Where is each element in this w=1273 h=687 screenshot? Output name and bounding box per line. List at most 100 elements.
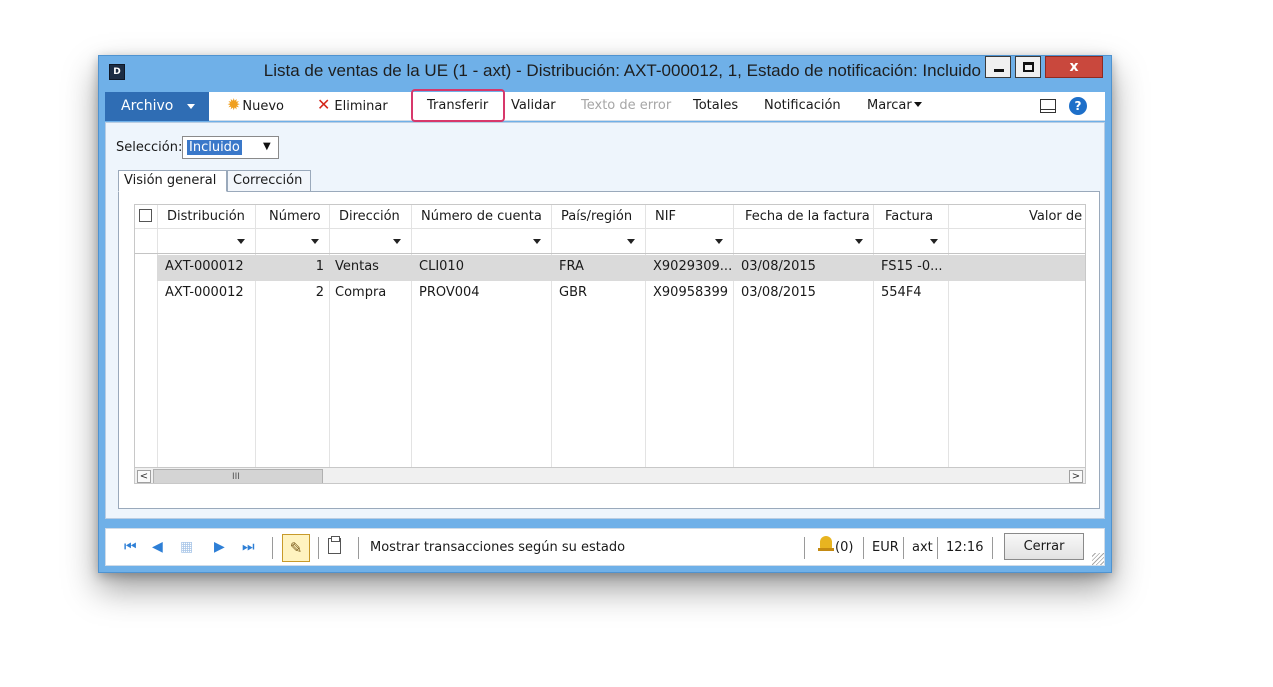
new-icon: ✹	[227, 95, 241, 114]
filter-dropdown-icon[interactable]	[393, 239, 401, 244]
texto-error-button[interactable]: Texto de error	[581, 98, 671, 113]
filter-dropdown-icon[interactable]	[533, 239, 541, 244]
record-list-icon[interactable]: ▦	[180, 540, 193, 554]
separator	[804, 537, 805, 559]
totales-button[interactable]: Totales	[693, 98, 738, 113]
minimize-button[interactable]	[985, 56, 1011, 78]
bell-icon[interactable]	[818, 535, 834, 553]
filter-dropdown-icon[interactable]	[311, 239, 319, 244]
selection-dropdown[interactable]: Incluido ▼	[182, 136, 279, 159]
archivo-menu-button[interactable]: Archivo	[105, 92, 209, 121]
cell-pais: GBR	[559, 285, 588, 300]
cell-distribucion: AXT-000012	[165, 259, 244, 274]
horizontal-scrollbar[interactable]: < III >	[135, 467, 1085, 483]
tab-vision-general[interactable]: Visión general	[118, 170, 227, 192]
scroll-left-button[interactable]: <	[137, 470, 151, 483]
first-record-icon[interactable]: ⏮	[124, 540, 137, 554]
cell-nif: X90958399	[653, 285, 729, 300]
column-header-valor[interactable]: Valor de	[1029, 205, 1082, 228]
column-header-pais-region[interactable]: País/región	[561, 205, 632, 228]
cell-direccion: Compra	[335, 285, 387, 300]
resize-grip-icon[interactable]	[1092, 553, 1104, 565]
column-header-numero[interactable]: Número	[269, 205, 321, 228]
separator	[992, 537, 993, 559]
status-message: Mostrar transacciones según su estado	[370, 540, 626, 555]
cell-distribucion: AXT-000012	[165, 285, 244, 300]
marcar-label: Marcar	[867, 98, 912, 113]
company-indicator[interactable]: axt	[912, 540, 933, 555]
factbox-toggle-icon[interactable]	[1040, 99, 1056, 113]
cell-factura: FS15 -0...	[881, 259, 943, 274]
nuevo-button[interactable]: ✹ Nuevo	[227, 95, 284, 115]
filter-dropdown-icon[interactable]	[930, 239, 938, 244]
app-icon: D	[109, 64, 125, 80]
currency-indicator[interactable]: EUR	[872, 540, 899, 555]
window: D Lista de ventas de la UE (1 - axt) - D…	[98, 55, 1112, 573]
clock: 12:16	[946, 540, 984, 555]
grid-header-row: Distribución Número Dirección Número de …	[135, 205, 1085, 229]
maximize-icon	[1023, 62, 1034, 72]
separator	[903, 537, 904, 559]
cell-numero: 2	[315, 285, 324, 300]
attachments-icon[interactable]	[328, 536, 341, 554]
column-header-numero-cuenta[interactable]: Número de cuenta	[421, 205, 542, 228]
cell-pais: FRA	[559, 259, 584, 274]
action-pane: Archivo ✹ Nuevo ✕ Eliminar Transferir Vali…	[105, 89, 1105, 122]
scroll-grip-icon: III	[232, 472, 240, 482]
filter-dropdown-icon[interactable]	[715, 239, 723, 244]
next-record-icon[interactable]: ▶	[214, 540, 225, 554]
tab-panel: Distribución Número Dirección Número de …	[118, 191, 1100, 509]
separator	[863, 537, 864, 559]
selection-value: Incluido	[187, 140, 242, 155]
select-all-checkbox[interactable]	[139, 209, 152, 222]
column-header-distribucion[interactable]: Distribución	[167, 205, 245, 228]
selection-label: Selección:	[116, 140, 183, 155]
previous-record-icon[interactable]: ◀	[152, 540, 163, 554]
transferir-button[interactable]: Transferir	[427, 98, 488, 113]
cell-cuenta: CLI010	[419, 259, 464, 274]
close-icon: x	[1069, 59, 1079, 75]
window-title: Lista de ventas de la UE (1 - axt) - Dis…	[263, 61, 981, 80]
scroll-right-button[interactable]: >	[1069, 470, 1083, 483]
tab-correccion[interactable]: Corrección	[227, 170, 311, 192]
column-header-factura[interactable]: Factura	[885, 205, 933, 228]
notificacion-button[interactable]: Notificación	[764, 98, 841, 113]
separator	[358, 537, 359, 559]
alert-count[interactable]: (0)	[835, 540, 853, 555]
eliminar-label: Eliminar	[334, 99, 388, 114]
filter-dropdown-icon[interactable]	[855, 239, 863, 244]
filter-dropdown-icon[interactable]	[237, 239, 245, 244]
table-row[interactable]: AXT-000012 2 Compra PROV004 GBR X9095839…	[157, 281, 1085, 307]
edit-mode-pencil-icon[interactable]: ✎	[282, 534, 310, 562]
eliminar-button[interactable]: ✕ Eliminar	[317, 95, 388, 115]
separator	[318, 537, 319, 559]
cell-nif: X9029309...	[653, 259, 733, 274]
separator	[272, 537, 273, 559]
marcar-menu-button[interactable]: Marcar	[867, 98, 922, 113]
close-window-button[interactable]: x	[1045, 56, 1103, 78]
caret-down-icon	[913, 102, 922, 107]
column-header-fecha-factura[interactable]: Fecha de la factura	[745, 205, 870, 228]
minimize-icon	[994, 69, 1004, 72]
filter-dropdown-icon[interactable]	[627, 239, 635, 244]
archivo-label: Archivo	[121, 98, 174, 114]
help-icon[interactable]: ?	[1069, 97, 1087, 115]
column-header-nif[interactable]: NIF	[655, 205, 676, 228]
cell-numero: 1	[315, 259, 324, 274]
bell-base	[818, 548, 834, 551]
cerrar-button[interactable]: Cerrar	[1004, 533, 1084, 560]
separator	[937, 537, 938, 559]
chevron-down-icon: ▼	[263, 141, 271, 152]
column-header-direccion[interactable]: Dirección	[339, 205, 400, 228]
cell-direccion: Ventas	[335, 259, 379, 274]
cell-factura: 554F4	[881, 285, 922, 300]
last-record-icon[interactable]: ⏭	[242, 540, 255, 554]
data-grid: Distribución Número Dirección Número de …	[134, 204, 1086, 484]
table-row[interactable]: AXT-000012 1 Ventas CLI010 FRA X9029309.…	[157, 255, 1085, 281]
delete-icon: ✕	[317, 95, 331, 114]
cell-fecha: 03/08/2015	[741, 285, 816, 300]
maximize-button[interactable]	[1015, 56, 1041, 78]
cell-cuenta: PROV004	[419, 285, 480, 300]
scroll-thumb[interactable]: III	[153, 469, 323, 483]
validar-button[interactable]: Validar	[511, 98, 556, 113]
